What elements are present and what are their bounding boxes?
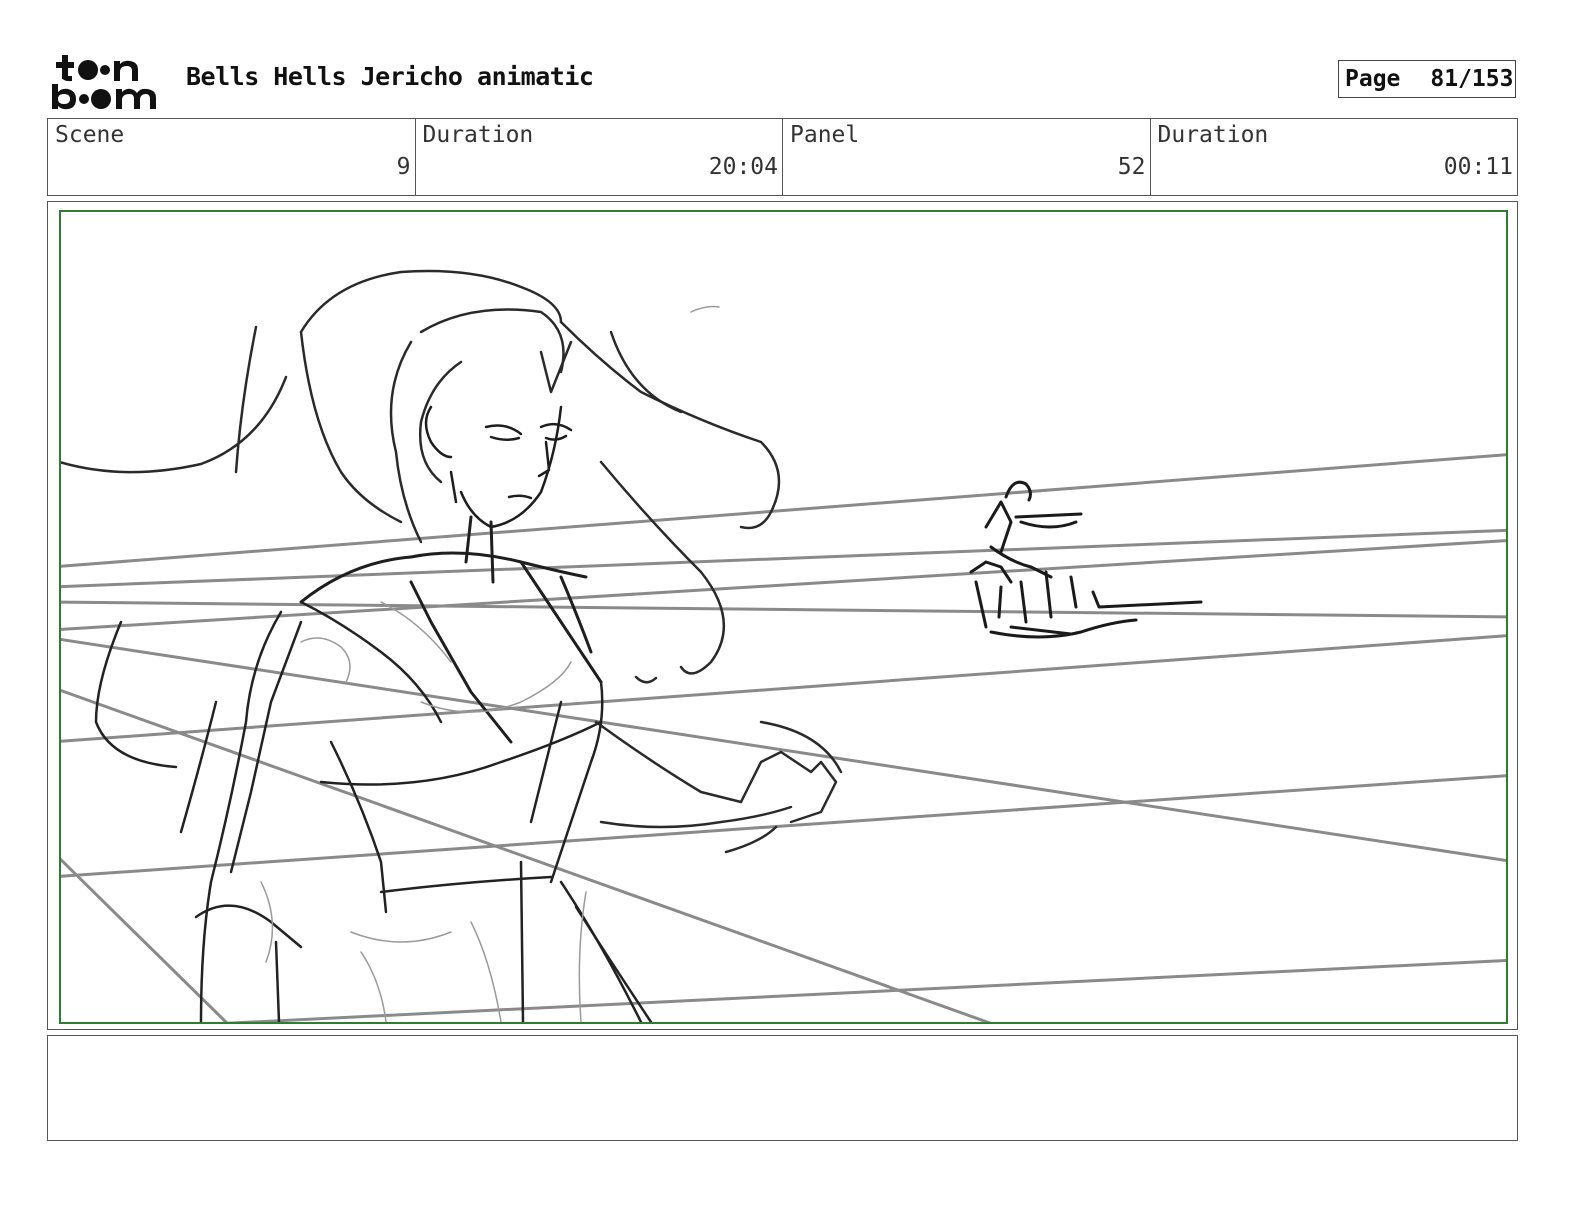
panel-cell: Panel 52 <box>783 119 1151 195</box>
scene-value: 9 <box>396 154 411 180</box>
toon-boom-logo <box>50 52 165 112</box>
page-label: Page <box>1345 66 1401 92</box>
scene-duration-label: Duration <box>422 122 534 148</box>
scene-cell: Scene 9 <box>48 119 416 195</box>
scene-label: Scene <box>55 122 125 148</box>
panel-value: 52 <box>1117 154 1146 180</box>
panel-duration-label: Duration <box>1157 122 1269 148</box>
panel-frame <box>47 201 1518 1030</box>
panel-image <box>59 210 1508 1024</box>
project-title: Bells Hells Jericho animatic <box>186 62 594 91</box>
scene-duration-cell: Duration 20:04 <box>416 119 783 195</box>
panel-notes <box>47 1035 1518 1141</box>
page-indicator: Page 81/153 <box>1338 60 1516 98</box>
panel-duration-cell: Duration 00:11 <box>1151 119 1518 195</box>
panel-duration-value: 00:11 <box>1443 154 1513 180</box>
panel-label: Panel <box>790 122 860 148</box>
scene-duration-value: 20:04 <box>708 154 778 180</box>
storyboard-sketch <box>61 269 1506 1022</box>
page-number: 81/153 <box>1430 66 1514 92</box>
scene-info-table: Scene 9 Duration 20:04 Panel 52 Duration… <box>47 118 1518 196</box>
